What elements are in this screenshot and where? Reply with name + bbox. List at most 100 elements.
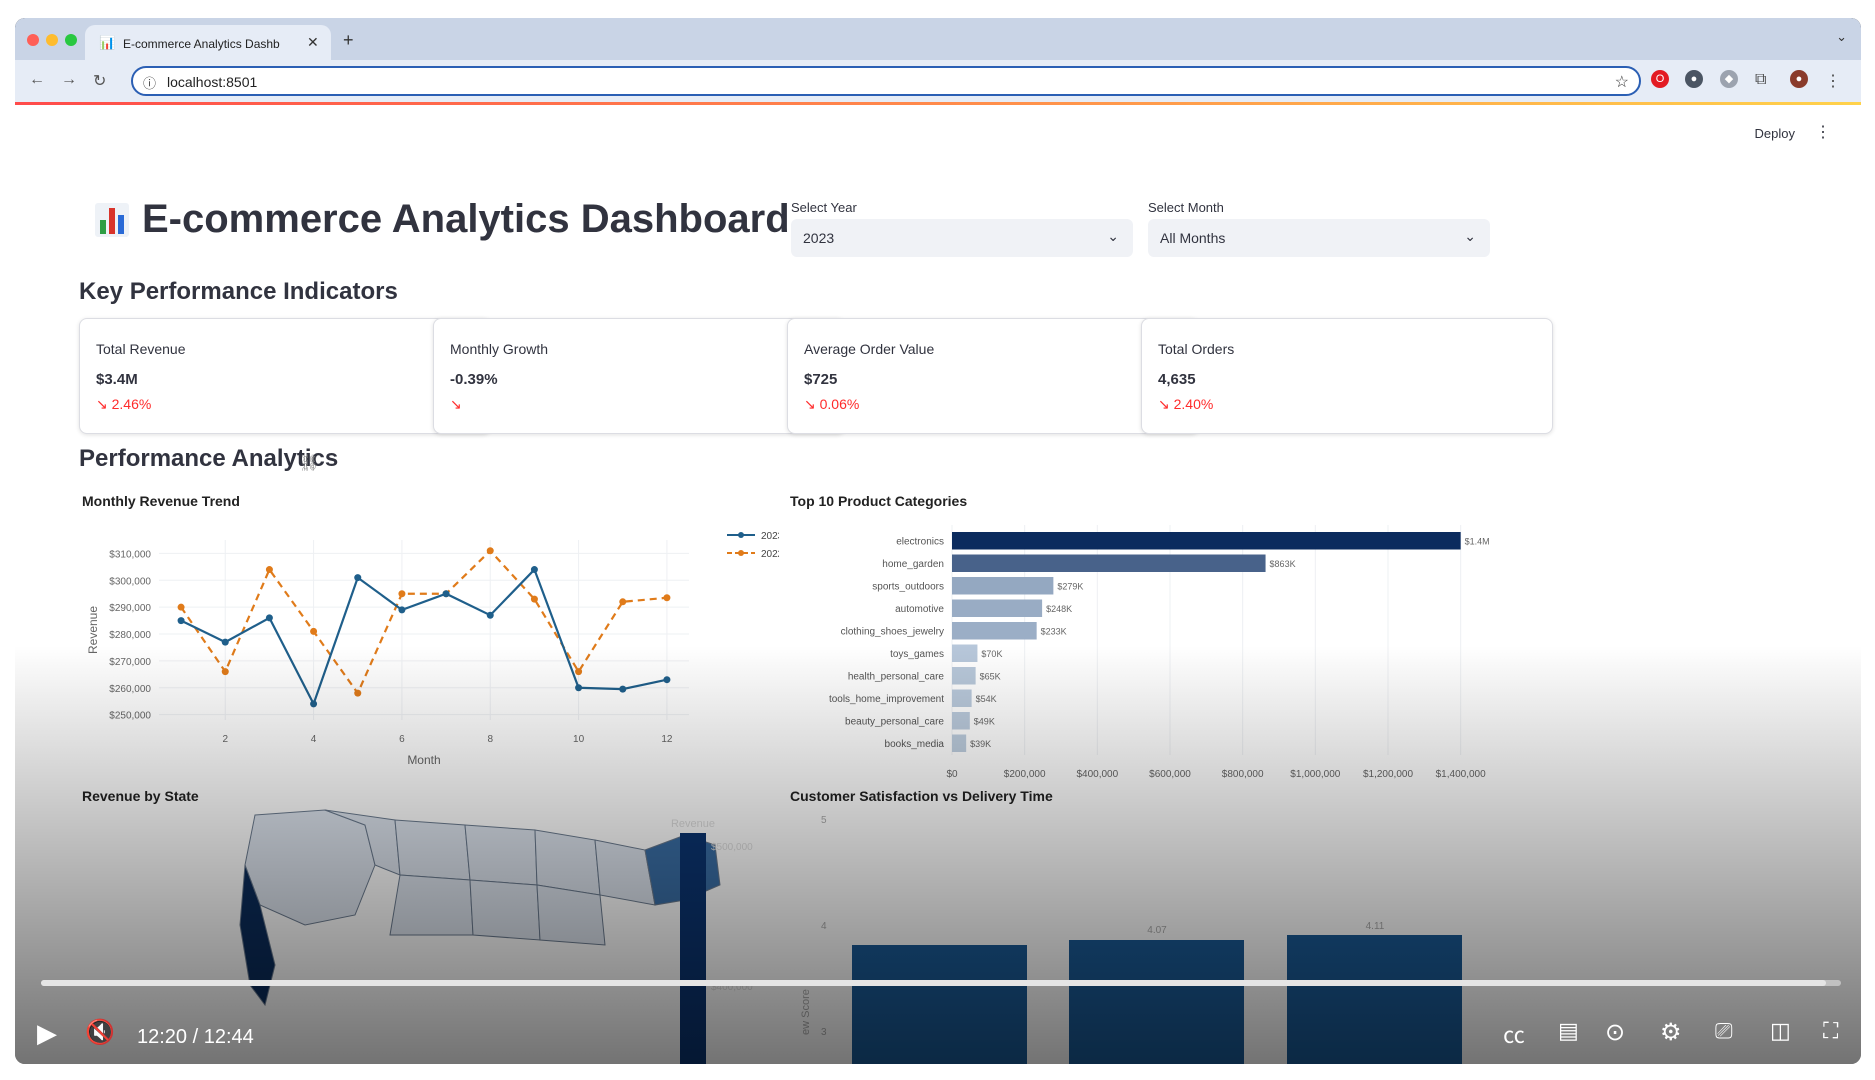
video-progress-bar[interactable] xyxy=(41,980,1841,986)
data-point-2023 xyxy=(486,611,494,619)
series-line-2022 xyxy=(180,549,668,696)
captions-icon[interactable]: ㏄ xyxy=(1503,1018,1525,1050)
bar-label: 4.11 xyxy=(1366,921,1385,932)
extension-icon[interactable]: ● xyxy=(1685,70,1703,88)
y-tick-label: $280,000 xyxy=(109,630,151,641)
kpi-card-monthly-growth: Monthly Growth -0.39% ↘ xyxy=(433,318,845,434)
kpi-delta: ↘ xyxy=(450,396,462,412)
kpi-label: Total Revenue xyxy=(96,341,186,357)
volume-mute-icon[interactable]: 🔇 xyxy=(85,1018,115,1047)
bar-electronics xyxy=(952,532,1461,550)
data-point-2023 xyxy=(265,614,273,622)
page-title-text: E-commerce Analytics Dashboard xyxy=(142,197,790,241)
bar-value-label: $49K xyxy=(974,716,995,726)
bookmark-star-icon[interactable]: ☆ xyxy=(1615,72,1629,92)
data-point-2023 xyxy=(310,700,318,708)
minimize-window-button[interactable] xyxy=(46,34,58,46)
video-frame: 📊 E-commerce Analytics Dashb ✕ + ⌄ ← → ↻… xyxy=(15,18,1861,1064)
fullscreen-icon[interactable]: ⛶ xyxy=(1823,1018,1838,1044)
data-point-2022 xyxy=(619,598,627,606)
video-time: 12:20 / 12:44 xyxy=(137,1026,254,1048)
anchor-link-icon[interactable]: ⛓ xyxy=(299,453,319,473)
x-tick-label: 12 xyxy=(661,734,673,745)
address-bar[interactable]: ⓘ localhost:8501 ☆ xyxy=(131,66,1641,96)
chevron-down-icon: ⌄ xyxy=(1464,228,1476,244)
transcript-icon[interactable]: ▤ xyxy=(1558,1018,1579,1044)
select-year-dropdown[interactable]: 2023 ⌄ xyxy=(791,219,1133,257)
x-tick-label: 10 xyxy=(573,734,585,745)
satisfaction-chart-title: Customer Satisfaction vs Delivery Time xyxy=(790,788,1053,804)
category-label: health_personal_care xyxy=(848,671,945,682)
bar-beauty_personal_care xyxy=(952,712,970,730)
bar-automotive xyxy=(952,599,1043,617)
data-point-2022 xyxy=(575,668,583,676)
select-month-dropdown[interactable]: All Months ⌄ xyxy=(1148,219,1490,257)
y-tick-label: $270,000 xyxy=(109,657,151,668)
main-menu-icon[interactable]: ⋮ xyxy=(1815,122,1831,142)
cast-icon[interactable]: ⎚ xyxy=(1715,1018,1733,1044)
data-point-2022 xyxy=(354,689,362,697)
autoplay-toggle-icon[interactable]: ⊙ xyxy=(1605,1018,1625,1047)
close-window-button[interactable] xyxy=(27,34,39,46)
bar xyxy=(852,945,1027,1064)
kpi-label: Average Order Value xyxy=(804,341,935,357)
us-state-outlines xyxy=(244,809,656,946)
reload-icon[interactable]: ↻ xyxy=(93,71,106,91)
kpi-value: -0.39% xyxy=(450,371,498,388)
bar-home_garden xyxy=(952,554,1266,572)
legend-marker xyxy=(738,550,744,556)
settings-gear-icon[interactable]: ⚙ xyxy=(1660,1018,1682,1047)
tab-search-icon[interactable]: ⌄ xyxy=(1836,29,1847,45)
back-icon[interactable]: ← xyxy=(29,71,45,89)
data-point-2023 xyxy=(663,676,671,684)
x-tick-label: $1,200,000 xyxy=(1363,769,1413,780)
kpi-card-average-order-value: Average Order Value $725 ↘ 0.06% xyxy=(787,318,1199,434)
data-point-2022 xyxy=(398,590,406,598)
bar-value-label: $54K xyxy=(976,694,997,704)
browser-menu-icon[interactable]: ⋮ xyxy=(1825,71,1841,91)
category-label: automotive xyxy=(895,604,944,615)
data-point-2023 xyxy=(177,617,185,625)
kpi-label: Monthly Growth xyxy=(450,341,549,357)
bar-health_personal_care xyxy=(952,667,976,685)
extensions-puzzle-icon[interactable]: ⧉ xyxy=(1755,71,1766,89)
streamlit-app: Deploy ⋮ E-commerce Analytics Dashboard … xyxy=(15,105,1861,1064)
opera-extension-icon[interactable]: O xyxy=(1651,70,1669,88)
deploy-button[interactable]: Deploy xyxy=(1755,126,1795,141)
category-label: electronics xyxy=(896,536,944,547)
data-point-2023 xyxy=(398,606,406,614)
browser-tab[interactable]: 📊 E-commerce Analytics Dashb ✕ xyxy=(85,25,331,60)
revenue-by-state-title: Revenue by State xyxy=(82,788,199,804)
play-icon[interactable]: ▶ xyxy=(37,1018,57,1049)
bar-toys_games xyxy=(952,644,978,662)
select-month-label: Select Month xyxy=(1148,200,1224,215)
miniplayer-icon[interactable]: ◫ xyxy=(1770,1018,1791,1044)
x-tick-label: 4 xyxy=(311,734,317,745)
y-tick-label: $260,000 xyxy=(109,684,151,695)
forward-icon[interactable]: → xyxy=(61,71,77,89)
x-tick-label: $800,000 xyxy=(1222,769,1264,780)
kpi-card-total-revenue: Total Revenue $3.4M ↘ 2.46% xyxy=(79,318,491,434)
close-tab-icon[interactable]: ✕ xyxy=(307,34,319,51)
data-point-2023 xyxy=(575,684,583,692)
data-point-2022 xyxy=(177,603,185,611)
bar-value-label: $39K xyxy=(970,739,991,749)
chart-favicon-icon: 📊 xyxy=(99,35,116,50)
kpi-delta: ↘ 2.40% xyxy=(1158,396,1214,412)
zoom-window-button[interactable] xyxy=(65,34,77,46)
site-info-icon[interactable]: ⓘ xyxy=(143,73,156,92)
kpi-label: Total Orders xyxy=(1158,341,1235,357)
bar-sports_outdoors xyxy=(952,577,1054,595)
bar-value-label: $65K xyxy=(980,671,1001,681)
data-point-2022 xyxy=(530,595,538,603)
data-point-2023 xyxy=(619,685,627,693)
data-point-2023 xyxy=(442,590,450,598)
colorbar xyxy=(680,833,706,1064)
new-tab-icon[interactable]: + xyxy=(343,30,354,51)
profile-avatar[interactable]: ● xyxy=(1790,70,1808,88)
bar-chart-title: Top 10 Product Categories xyxy=(790,493,968,509)
colorbar-tick: $500,000 xyxy=(711,842,753,853)
legend-label: 2022 xyxy=(761,549,779,560)
y-axis-label: Revenue xyxy=(86,606,100,654)
shield-extension-icon[interactable]: ◆ xyxy=(1720,70,1738,88)
